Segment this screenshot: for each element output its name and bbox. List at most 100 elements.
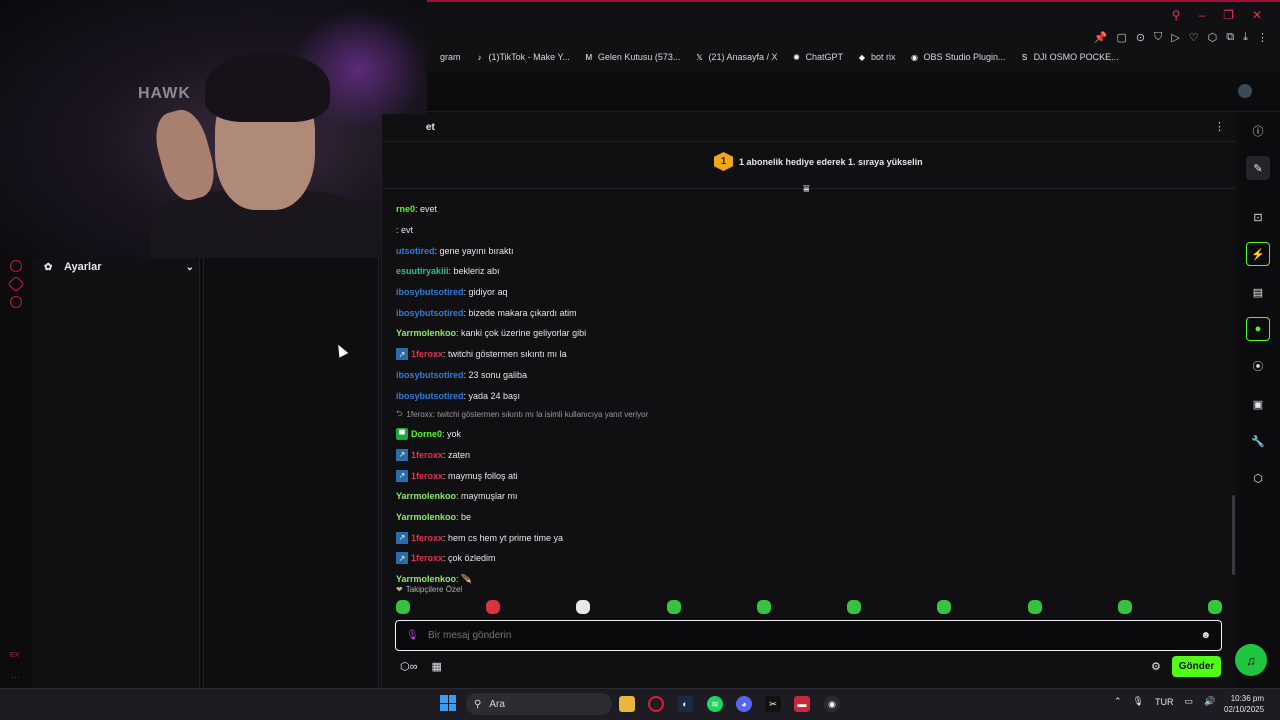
emote-icon[interactable]	[756, 600, 771, 614]
edit-icon[interactable]: ✎	[1246, 156, 1270, 180]
microphone-icon[interactable]: 🎙	[1133, 696, 1144, 707]
language-indicator[interactable]: TUR	[1155, 697, 1174, 707]
emote-icon[interactable]	[1117, 600, 1132, 614]
sidebar-item-settings[interactable]: ✿ Ayarlar ⌄	[44, 259, 194, 275]
emote-icon[interactable]	[486, 600, 501, 614]
filter-icon[interactable]: ⩸	[803, 183, 810, 196]
bookmark-item[interactable]: ◉ OBS Studio Plugin...	[910, 52, 1006, 62]
bookmark-item[interactable]: ✺ ChatGPT	[791, 52, 843, 62]
rail-diamond-icon[interactable]	[7, 275, 25, 293]
chat-message[interactable]: ibosybutsotired: bizede makara çıkardı a…	[396, 302, 1226, 323]
emote-icon[interactable]	[937, 600, 952, 614]
chat-message[interactable]: Yarrmolenkoo: kanki çok üzerine geliyorl…	[396, 323, 1226, 344]
emote-icon[interactable]	[1207, 600, 1222, 614]
discord-icon[interactable]: ◕	[736, 696, 752, 712]
chat-username[interactable]: ibosybutsotired	[396, 308, 464, 318]
chat-username[interactable]: 1feroxx	[411, 471, 443, 481]
chat-bubble-icon[interactable]: ●	[1246, 317, 1270, 341]
chat-username[interactable]: Yarrmolenkoo	[396, 491, 456, 501]
chat-input[interactable]	[428, 630, 1201, 641]
chat-username[interactable]: ibosybutsotired	[396, 370, 464, 380]
media-player-icon[interactable]: ▬	[794, 696, 810, 712]
download-icon[interactable]: ⤓	[1243, 31, 1248, 44]
windows-start-icon[interactable]	[440, 695, 456, 711]
file-explorer-icon[interactable]	[619, 696, 635, 712]
chat-message[interactable]: ▀ Dorne0: yok	[396, 424, 1226, 445]
bookmark-item[interactable]: ♪ (1)TikTok - Make Y...	[475, 52, 570, 62]
chat-message[interactable]: ↗ 1feroxx: zaten	[396, 445, 1226, 466]
chat-message[interactable]: Yarrmolenkoo: maymuşlar mı	[396, 486, 1226, 507]
focus-icon[interactable]: ⊡	[1246, 205, 1270, 229]
chat-username[interactable]: Yarrmolenkoo	[396, 512, 456, 522]
shield-icon[interactable]: ⛉	[1154, 31, 1162, 44]
share-icon[interactable]: ⬡	[1246, 466, 1270, 490]
chat-message[interactable]: ↗ 1feroxx: maymuş folloş ati	[396, 465, 1226, 486]
extensions-icon[interactable]: ⬡	[1208, 31, 1218, 44]
emote-icon[interactable]	[666, 600, 681, 614]
avatar[interactable]	[1238, 84, 1252, 98]
chat-username[interactable]: Yarrmolenkoo	[396, 574, 456, 584]
capcut-icon[interactable]: ✂	[765, 696, 781, 712]
more-icon[interactable]: ···	[11, 672, 20, 682]
window-search-icon[interactable]: ⚲	[1172, 8, 1181, 22]
chat-message[interactable]: ↗ 1feroxx: çok özledim	[396, 548, 1226, 569]
maximize-icon[interactable]: ❐	[1223, 8, 1234, 22]
chat-scrollbar[interactable]	[1232, 495, 1235, 575]
chat-message[interactable]: rne0: evet	[396, 199, 1226, 220]
info-icon[interactable]: ⓘ	[1246, 119, 1270, 143]
chat-input-box[interactable]: 🎙 ☻	[395, 620, 1222, 651]
rail-circle-icon[interactable]	[10, 260, 22, 272]
menu-icon[interactable]: ⋮	[1257, 31, 1268, 44]
lightning-icon[interactable]: ⚡	[1246, 242, 1270, 266]
bookmark-item[interactable]: ◆ bot rix	[857, 52, 896, 62]
chat-message[interactable]: : evt	[396, 220, 1226, 241]
emote-icon[interactable]	[396, 600, 410, 614]
camera-icon[interactable]: ⊙	[1136, 31, 1145, 44]
reply-context[interactable]: ⮌ 1feroxx: twitchi göstermen sıkıntı mı l…	[396, 406, 1226, 424]
obs-icon[interactable]: ◉	[824, 696, 840, 712]
taskbar-search[interactable]: ⚲ Ara	[466, 693, 612, 715]
chat-message[interactable]: ibosybutsotired: yada 24 başı	[396, 385, 1226, 406]
steam-icon[interactable]: ◐	[677, 696, 693, 712]
taskbar-clock[interactable]: 10:36 pm 02/10/2025	[1224, 693, 1264, 715]
spotify-icon[interactable]: ≋	[707, 696, 723, 712]
chat-username[interactable]: ibosybutsotired	[396, 391, 464, 401]
emoji-icon[interactable]: ☻	[1200, 630, 1211, 641]
gift-subscription-banner[interactable]: 1 1 abonelik hediye ederek 1. sıraya yük…	[714, 152, 923, 171]
store-icon[interactable]: ▦	[431, 660, 441, 673]
chat-message[interactable]: utsotired: gene yayını bıraktı	[396, 240, 1226, 261]
bookmark-item[interactable]: gram	[426, 52, 461, 62]
volume-icon[interactable]: 🔊	[1204, 696, 1215, 707]
chat-message[interactable]: ibosybutsotired: 23 sonu galiba	[396, 365, 1226, 386]
chevron-up-icon[interactable]: ⌃	[1114, 696, 1122, 707]
chat-message[interactable]: ↗ 1feroxx: hem cs hem yt prime time ya	[396, 527, 1226, 548]
wrench-icon[interactable]: 🔧	[1246, 429, 1270, 453]
chat-username[interactable]: utsotired	[396, 246, 435, 256]
points-button[interactable]: ⬡∞	[400, 660, 417, 673]
chat-username[interactable]: ibosybutsotired	[396, 287, 464, 297]
chat-username[interactable]: Yarrmolenkoo	[396, 328, 456, 338]
display-icon[interactable]: ▭	[1184, 696, 1193, 707]
chat-username[interactable]: 1feroxx	[411, 533, 443, 543]
bookmark-item[interactable]: M Gelen Kutusu (573...	[584, 52, 681, 62]
heart-icon[interactable]: ♡	[1189, 31, 1199, 44]
chat-username[interactable]: rne0	[396, 204, 415, 214]
chat-username[interactable]: 1feroxx	[411, 349, 443, 359]
chat-settings-icon[interactable]: ⚙	[1151, 660, 1161, 673]
chat-username[interactable]: 1feroxx	[411, 450, 443, 460]
emote-icon[interactable]	[847, 600, 862, 614]
chat-message[interactable]: Yarrmolenkoo: be	[396, 507, 1226, 528]
microphone-icon[interactable]: 🎙	[406, 630, 419, 641]
chat-username[interactable]: 1feroxx	[411, 553, 443, 563]
pin-icon[interactable]: 📌	[1094, 31, 1108, 44]
send-button[interactable]: Gönder	[1172, 656, 1221, 677]
bookmark-item[interactable]: S DJI OSMO POCKE...	[1020, 52, 1119, 62]
minimize-icon[interactable]: –	[1198, 8, 1205, 22]
layout-icon[interactable]: ▣	[1246, 392, 1270, 416]
play-icon[interactable]: ▷	[1171, 31, 1179, 44]
broadcast-icon[interactable]: ⦿	[1246, 354, 1270, 378]
notes-icon[interactable]: ▤	[1246, 280, 1270, 304]
close-icon[interactable]: ✕	[1252, 8, 1262, 22]
opera-gx-icon[interactable]	[648, 696, 664, 712]
chat-username[interactable]: esuutiryakiii	[396, 266, 449, 276]
